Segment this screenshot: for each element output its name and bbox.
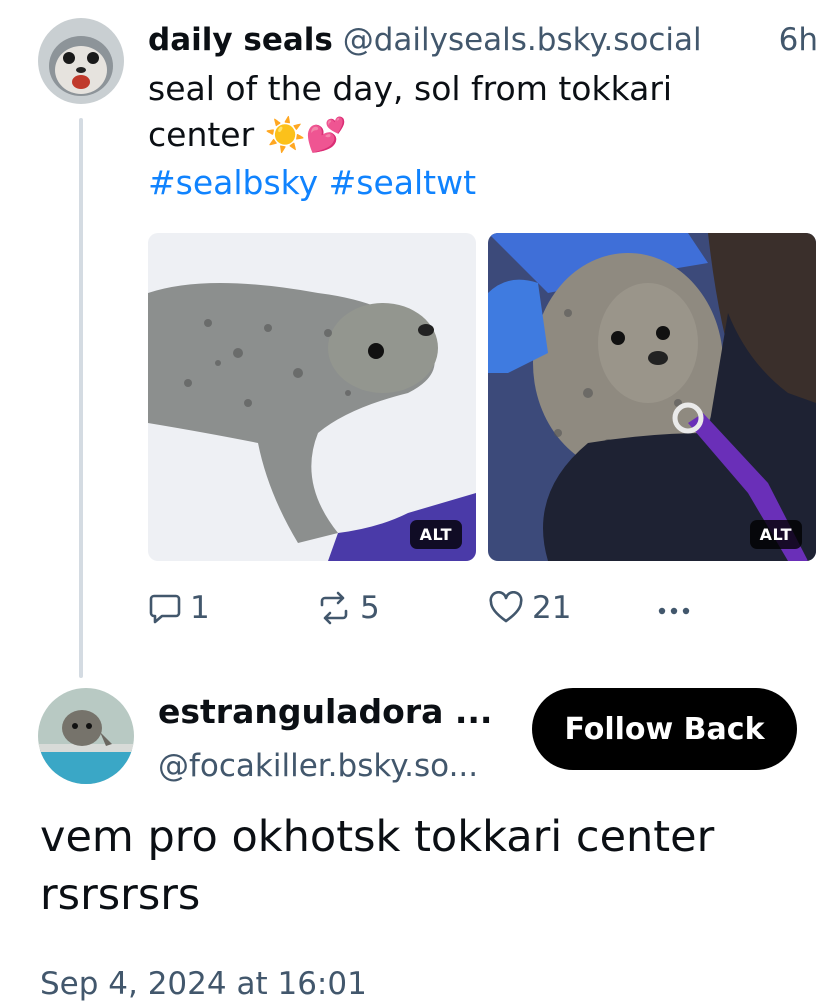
author-name[interactable]: daily seals	[148, 22, 333, 58]
reply-author-name[interactable]: estranguladora ...	[158, 688, 492, 736]
like-button[interactable]: 21	[488, 586, 571, 630]
reply-count: 1	[190, 590, 210, 626]
reply-icon	[149, 594, 181, 624]
reply-button[interactable]: 1	[148, 586, 210, 630]
seal-on-ice-photo	[148, 233, 476, 561]
reply-author-avatar[interactable]	[38, 688, 134, 784]
post-time[interactable]: 6h	[779, 18, 818, 62]
repost-button[interactable]: 5	[316, 586, 380, 630]
author-avatar[interactable]	[38, 18, 124, 104]
more-icon	[658, 607, 690, 615]
seal-avatar-image	[38, 18, 124, 104]
repost-icon	[320, 591, 348, 625]
hashtag-link[interactable]: #sealbsky	[148, 163, 318, 202]
seal-in-pool-avatar-image	[38, 688, 134, 784]
alt-text-badge[interactable]: ALT	[749, 520, 802, 549]
post-image-2[interactable]: ALT	[488, 233, 816, 561]
repost-count: 5	[360, 590, 380, 626]
author-handle[interactable]: @dailyseals.bsky.social	[343, 22, 702, 58]
post-hashtags: #sealbsky #sealtwt	[148, 160, 476, 206]
thread-line	[79, 118, 83, 678]
post-text-emoji: ☀️💕	[264, 115, 347, 154]
more-options-button[interactable]	[656, 586, 696, 630]
follow-back-button[interactable]: Follow Back	[532, 688, 797, 770]
post-image-1[interactable]: ALT	[148, 233, 476, 561]
post-header: daily seals @dailyseals.bsky.social	[148, 18, 818, 62]
post-text-body: seal of the day, sol from tokkari center	[148, 69, 673, 154]
seal-with-keeper-photo	[488, 233, 816, 561]
like-icon	[489, 591, 523, 623]
reply-timestamp: Sep 4, 2024 at 16:01	[40, 966, 367, 1002]
alt-text-badge[interactable]: ALT	[409, 520, 462, 549]
like-count: 21	[532, 590, 572, 626]
post-text: seal of the day, sol from tokkari center…	[148, 66, 748, 158]
hashtag-link[interactable]: #sealtwt	[329, 163, 476, 202]
reply-author-handle[interactable]: @focakiller.bsky.so...	[158, 744, 478, 788]
reply-text: vem pro okhotsk tokkari center rsrsrsrs	[40, 812, 715, 920]
post-actions: 1 5 21	[148, 586, 708, 630]
